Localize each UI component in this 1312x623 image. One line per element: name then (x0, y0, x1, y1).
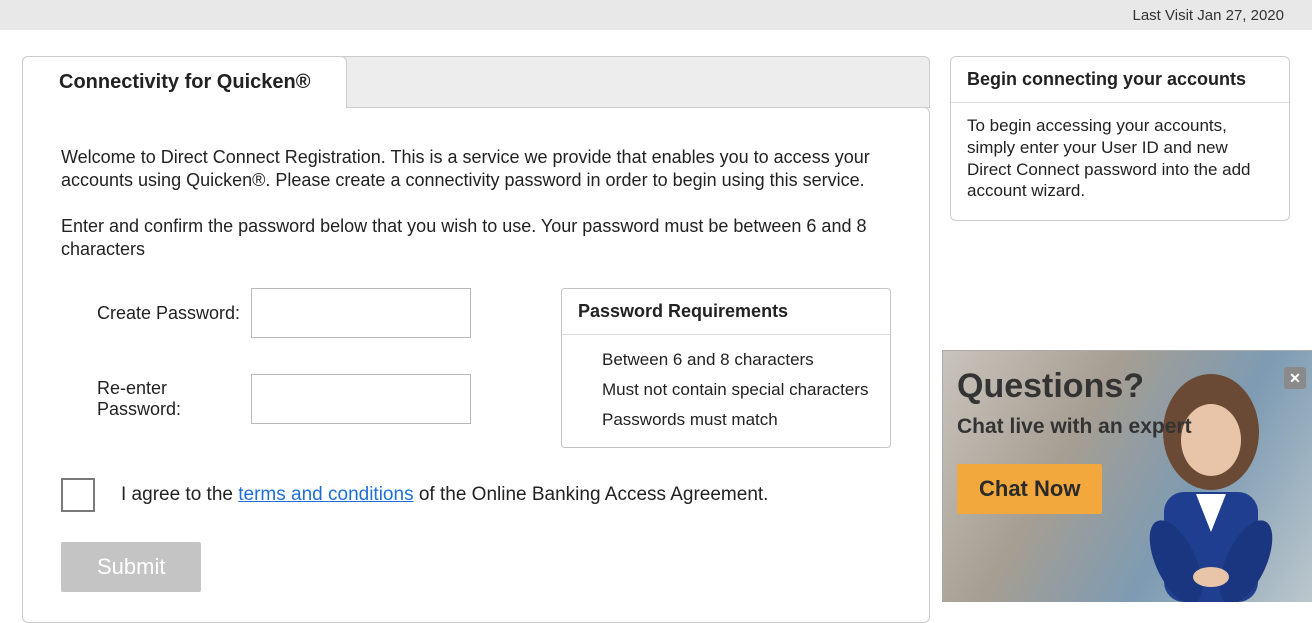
password-fields: Create Password: Re-enter Password: (61, 288, 501, 460)
chat-widget: ✕ Questions? Chat live with an expert Ch… (942, 350, 1312, 602)
create-password-label: Create Password: (61, 303, 251, 324)
terms-and-conditions-link[interactable]: terms and conditions (238, 484, 413, 505)
tab-body: Welcome to Direct Connect Registration. … (22, 107, 930, 623)
requirements-list: Between 6 and 8 characters Must not cont… (562, 335, 890, 447)
tab-connectivity[interactable]: Connectivity for Quicken® (22, 56, 347, 108)
top-bar: Last Visit Jan 27, 2020 (0, 0, 1312, 30)
submit-button[interactable]: Submit (61, 542, 201, 592)
info-card-title: Begin connecting your accounts (951, 57, 1289, 103)
agree-prefix: I agree to the (121, 484, 238, 505)
left-panel: Connectivity for Quicken® Welcome to Dir… (22, 56, 930, 623)
instruction-text: Enter and confirm the password below tha… (61, 215, 891, 260)
agree-checkbox[interactable] (61, 478, 95, 512)
password-requirements-box: Password Requirements Between 6 and 8 ch… (561, 288, 891, 448)
agree-text: I agree to the terms and conditions of t… (121, 484, 768, 506)
chat-now-button[interactable]: Chat Now (957, 464, 1102, 514)
chat-subtext: Chat live with an expert (957, 414, 1298, 440)
reenter-password-label: Re-enter Password: (61, 378, 251, 419)
last-visit-text: Last Visit Jan 27, 2020 (1133, 7, 1285, 24)
requirement-item: Must not contain special characters (602, 375, 874, 405)
requirement-item: Between 6 and 8 characters (602, 345, 874, 375)
chat-content: Questions? Chat live with an expert Chat… (943, 351, 1312, 530)
create-password-input[interactable] (251, 288, 471, 338)
info-card-body: To begin accessing your accounts, simply… (951, 103, 1289, 220)
reenter-password-input[interactable] (251, 374, 471, 424)
agree-row: I agree to the terms and conditions of t… (61, 478, 891, 512)
requirement-item: Passwords must match (602, 405, 874, 435)
chat-heading: Questions? (957, 367, 1298, 406)
begin-connecting-card: Begin connecting your accounts To begin … (950, 56, 1290, 221)
intro-text: Welcome to Direct Connect Registration. … (61, 146, 891, 191)
form-area: Create Password: Re-enter Password: Pass… (61, 288, 891, 460)
agree-suffix: of the Online Banking Access Agreement. (414, 484, 769, 505)
create-password-row: Create Password: (61, 288, 501, 338)
reenter-password-row: Re-enter Password: (61, 374, 501, 424)
requirements-title: Password Requirements (562, 289, 890, 335)
